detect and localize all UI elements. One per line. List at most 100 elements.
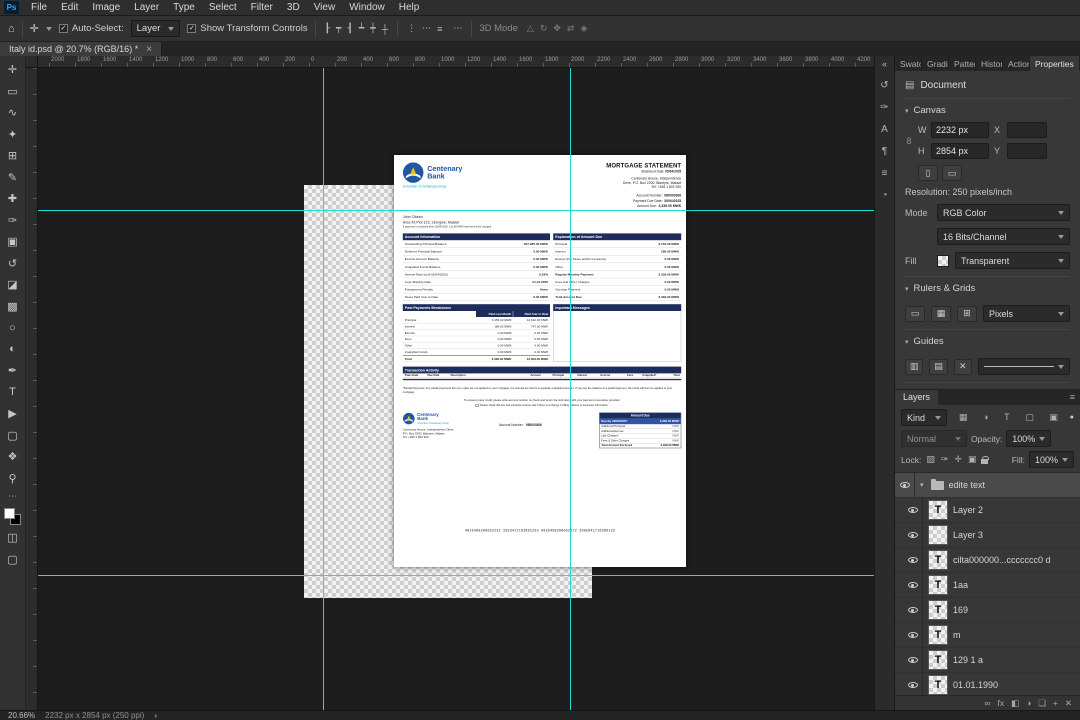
text-layer-thumbnail[interactable]: T: [928, 500, 948, 520]
move-tool[interactable]: ✛: [1, 59, 25, 81]
menu-image[interactable]: Image: [85, 0, 127, 15]
align-icon[interactable]: ┠: [323, 23, 332, 34]
status-chevron-icon[interactable]: ›: [154, 711, 157, 720]
quick-actions-section-header[interactable]: ▾ Quick Actions: [905, 382, 1070, 389]
layer-filter-icon[interactable]: ◑: [983, 412, 988, 423]
layer-mask-icon[interactable]: ◧: [1011, 698, 1019, 709]
canvas-width-field[interactable]: 2232 px: [931, 122, 989, 138]
new-layer-icon[interactable]: +: [1053, 698, 1058, 708]
layer-visibility-toggle[interactable]: [907, 557, 918, 563]
panel-menu-icon[interactable]: ≡: [1065, 390, 1080, 405]
layer-visibility-toggle[interactable]: [907, 607, 918, 613]
paragraph-panel-icon[interactable]: ¶: [882, 146, 887, 157]
menu-help[interactable]: Help: [392, 0, 427, 15]
brush-tool[interactable]: ✑: [1, 210, 25, 232]
guides-section-header[interactable]: ▾ Guides: [905, 329, 1070, 351]
history-panel-icon[interactable]: ↺: [880, 80, 888, 91]
eraser-tool[interactable]: ◪: [1, 274, 25, 296]
menu-view[interactable]: View: [307, 0, 343, 15]
menu-3d[interactable]: 3D: [280, 0, 307, 15]
toggle-pixel-grid-icon[interactable]: ⊞: [957, 305, 977, 322]
pen-tool[interactable]: ✒: [1, 360, 25, 382]
layer-visibility-toggle[interactable]: [907, 682, 918, 688]
healing-brush-tool[interactable]: ✚: [1, 188, 25, 210]
marquee-tool[interactable]: ▭: [1, 81, 25, 103]
align-icon[interactable]: ┿: [368, 23, 377, 34]
layer-filter-icon[interactable]: ▣: [1049, 412, 1058, 423]
text-layer-thumbnail[interactable]: T: [928, 575, 948, 595]
layer-filter-dropdown[interactable]: Kind: [901, 409, 947, 426]
canvas-section-header[interactable]: ▾ Canvas: [905, 98, 1070, 120]
canvas-height-field[interactable]: 2854 px: [931, 143, 989, 159]
text-layer-thumbnail[interactable]: T: [928, 675, 948, 695]
shape-tool[interactable]: ▢: [1, 425, 25, 447]
lock-position-icon[interactable]: ✛: [953, 454, 963, 465]
panel-tab-gradients[interactable]: Gradients: [922, 56, 949, 71]
blur-tool[interactable]: ○: [1, 317, 25, 339]
delete-layer-icon[interactable]: ✕: [1065, 698, 1072, 709]
auto-select-checkbox[interactable]: ✓ Auto-Select:: [58, 23, 124, 34]
lock-artboard-icon[interactable]: ▣: [967, 454, 978, 465]
layer-row[interactable]: T 169: [895, 598, 1080, 623]
link-dimensions-icon[interactable]: 8: [905, 136, 913, 146]
lock-transparency-icon[interactable]: ▨: [925, 454, 936, 465]
units-dropdown[interactable]: Pixels: [983, 305, 1070, 322]
document-tab[interactable]: Italy id.psd @ 20.7% (RGB/16) * ×: [0, 42, 163, 56]
text-layer-thumbnail[interactable]: T: [928, 650, 948, 670]
eyedropper-tool[interactable]: ✎: [1, 167, 25, 189]
expand-panels-icon[interactable]: «: [882, 59, 887, 69]
adjustment-layer-icon[interactable]: ◑: [1026, 698, 1031, 708]
lock-guides-icon[interactable]: ▤: [929, 358, 948, 375]
quick-mask-icon[interactable]: ◫: [1, 527, 25, 549]
horizontal-guide[interactable]: [38, 210, 874, 211]
layer-filter-icon[interactable]: ▢: [1025, 412, 1034, 423]
dodge-tool[interactable]: ◐: [1, 339, 25, 361]
toggle-guides-icon[interactable]: ▥: [905, 358, 924, 375]
toggle-rulers-icon[interactable]: ▭: [905, 305, 925, 322]
fill-opacity-dropdown[interactable]: 100%: [1028, 451, 1074, 468]
fill-dropdown[interactable]: Transparent: [955, 252, 1070, 269]
zoom-level[interactable]: 20.66%: [8, 711, 35, 720]
portrait-orientation-button[interactable]: ▯: [918, 165, 938, 181]
show-transform-checkbox[interactable]: ✓ Show Transform Controls: [187, 23, 308, 34]
guide-style-dropdown[interactable]: [977, 358, 1070, 375]
align-icon[interactable]: ┷: [357, 23, 366, 34]
align-icon[interactable]: ┼: [380, 24, 390, 34]
zoom-tool[interactable]: ⚲: [1, 468, 25, 490]
layer-visibility-toggle[interactable]: [907, 657, 918, 663]
layer-visibility-toggle[interactable]: [907, 507, 918, 513]
character-panel-icon[interactable]: A: [881, 124, 888, 135]
canvas-window[interactable]: 2000 1800 1600 1400 1200 1000 800 600 400 200 0 200…: [26, 56, 874, 710]
3d-mode-icon[interactable]: ↻: [538, 23, 550, 34]
layer-effects-icon[interactable]: fx: [997, 698, 1004, 708]
fill-transparency-swatch[interactable]: [937, 254, 949, 267]
color-swatches[interactable]: [4, 508, 21, 525]
panel-tab-history[interactable]: History: [976, 56, 1003, 71]
lock-all-icon[interactable]: [981, 455, 990, 464]
quick-selection-tool[interactable]: ✦: [1, 124, 25, 146]
filter-latch-icon[interactable]: ●: [1070, 414, 1074, 421]
layer-row[interactable]: T 01.01.1990: [895, 673, 1080, 695]
text-layer-thumbnail[interactable]: T: [928, 550, 948, 570]
3d-mode-icon[interactable]: ◈: [578, 23, 589, 34]
distribute-icon[interactable]: ⋮: [405, 23, 418, 34]
close-tab-icon[interactable]: ×: [146, 44, 152, 55]
layers-tab[interactable]: Layers: [895, 390, 939, 405]
layer-group-icon[interactable]: ❏: [1038, 698, 1046, 709]
canvas-area[interactable]: Centenary Bank A member of Centenary Gro…: [38, 68, 874, 710]
adjustments-panel-icon[interactable]: ◔: [881, 190, 887, 201]
align-icon[interactable]: ┨: [345, 23, 354, 34]
blend-mode-dropdown[interactable]: Normal: [901, 430, 967, 447]
3d-mode-icon[interactable]: ⇄: [565, 23, 577, 34]
canvas-x-field[interactable]: [1007, 122, 1047, 138]
opacity-dropdown[interactable]: 100%: [1006, 430, 1052, 447]
menu-filter[interactable]: Filter: [244, 0, 280, 15]
landscape-orientation-button[interactable]: ▭: [942, 165, 962, 181]
vertical-guide[interactable]: [570, 68, 571, 710]
layer-filter-icon[interactable]: ▦: [959, 412, 968, 423]
3d-mode-icon[interactable]: △: [525, 23, 536, 34]
layer-visibility-toggle[interactable]: [907, 632, 918, 638]
foreground-color-swatch[interactable]: [4, 508, 15, 519]
layer-row[interactable]: Layer 3: [895, 523, 1080, 548]
path-selection-tool[interactable]: ▶: [1, 403, 25, 425]
